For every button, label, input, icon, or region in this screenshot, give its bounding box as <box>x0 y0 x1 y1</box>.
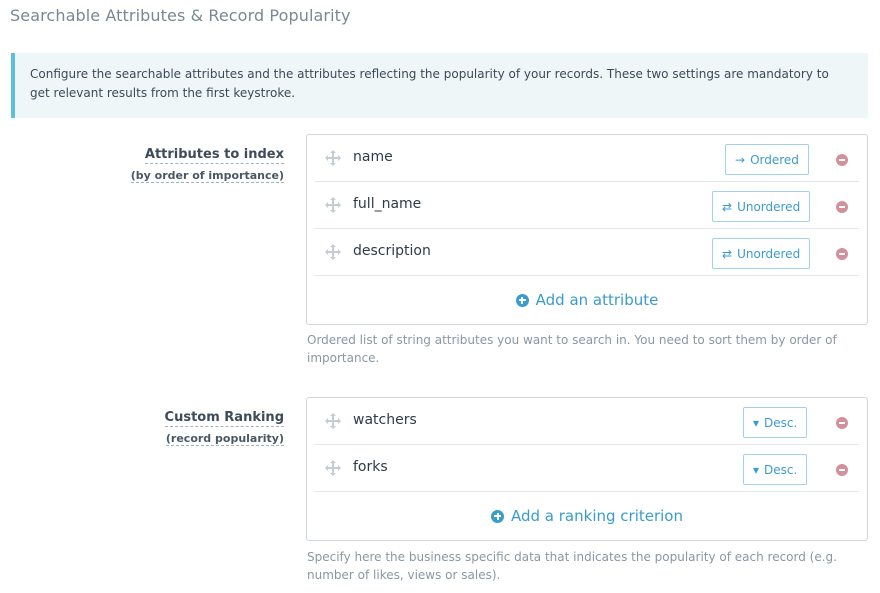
unordered-toggle-button[interactable]: ⇄ Unordered <box>712 191 811 222</box>
desc-toggle-button[interactable]: ▾ Desc. <box>743 454 808 485</box>
ranking-name: watchers <box>353 412 417 428</box>
add-attribute-button[interactable]: Add an attribute <box>307 276 867 324</box>
attribute-name: name <box>353 149 393 165</box>
ranking-name: forks <box>353 459 388 475</box>
attributes-label-group: Attributes to index (by order of importa… <box>130 143 284 183</box>
drag-handle-icon[interactable] <box>325 460 341 476</box>
caret-down-icon: ▾ <box>753 415 760 430</box>
attributes-help-text: Ordered list of string attributes you wa… <box>307 333 837 365</box>
exchange-icon: ⇄ <box>722 199 733 214</box>
unordered-toggle-button[interactable]: ⇄ Unordered <box>712 238 811 269</box>
order-label: Ordered <box>750 152 799 167</box>
drag-handle-icon[interactable] <box>325 150 341 166</box>
add-ranking-criterion-button[interactable]: Add a ranking criterion <box>307 492 867 540</box>
plus-circle-icon <box>515 293 529 307</box>
add-ranking-label: Add a ranking criterion <box>511 507 683 525</box>
callout-text: Configure the searchable attributes and … <box>30 67 829 100</box>
plus-circle-icon <box>491 509 504 523</box>
drag-handle-icon[interactable] <box>325 244 341 260</box>
exchange-icon: ⇄ <box>722 246 733 261</box>
attribute-row[interactable]: description ⇄ Unordered <box>315 229 859 276</box>
attributes-panel: name → Ordered full_name ⇄ Unordered des… <box>306 134 868 325</box>
desc-toggle-button[interactable]: ▾ Desc. <box>743 407 808 438</box>
order-label: Unordered <box>737 246 801 261</box>
attribute-name: full_name <box>353 196 422 212</box>
ranking-row[interactable]: watchers ▾ Desc. <box>315 398 859 445</box>
remove-icon[interactable] <box>836 154 848 166</box>
order-label: Desc. <box>764 415 798 430</box>
attribute-name: description <box>353 243 431 259</box>
ranking-label: Custom Ranking <box>164 410 284 427</box>
order-label: Desc. <box>764 462 798 477</box>
remove-icon[interactable] <box>836 201 848 213</box>
remove-icon[interactable] <box>836 464 848 476</box>
page-title: Searchable Attributes & Record Popularit… <box>10 6 351 25</box>
remove-icon[interactable] <box>836 248 848 260</box>
ranking-row[interactable]: forks ▾ Desc. <box>315 445 859 492</box>
attribute-row[interactable]: name → Ordered <box>315 135 859 182</box>
remove-icon[interactable] <box>836 417 848 429</box>
ranking-sublabel: (record popularity) <box>165 432 284 446</box>
add-attribute-label: Add an attribute <box>535 291 659 309</box>
drag-handle-icon[interactable] <box>325 413 341 429</box>
attributes-label: Attributes to index <box>144 147 284 164</box>
caret-down-icon: ▾ <box>753 462 760 477</box>
attributes-sublabel: (by order of importance) <box>130 169 284 183</box>
drag-handle-icon[interactable] <box>325 197 341 213</box>
info-callout: Configure the searchable attributes and … <box>11 53 868 118</box>
attribute-row[interactable]: full_name ⇄ Unordered <box>315 182 859 229</box>
ranking-label-group: Custom Ranking (record popularity) <box>164 406 284 446</box>
order-label: Unordered <box>737 199 801 214</box>
arrow-right-icon: → <box>735 152 746 167</box>
ranking-panel: watchers ▾ Desc. forks ▾ Desc. Add a ran… <box>306 397 868 541</box>
ranking-help-text: Specify here the business specific data … <box>307 550 837 582</box>
ordered-toggle-button[interactable]: → Ordered <box>725 144 809 175</box>
